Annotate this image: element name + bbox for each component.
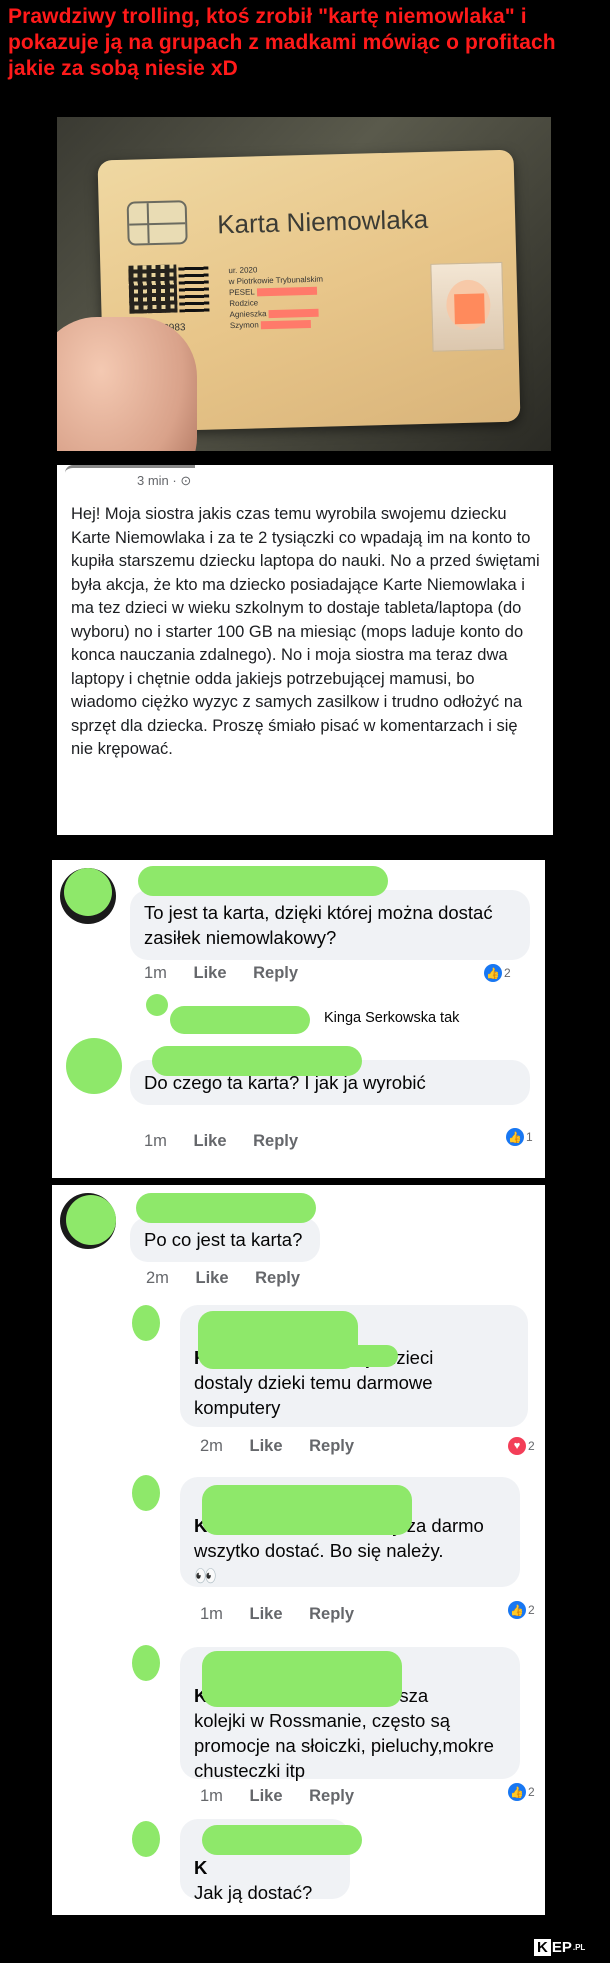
like-button[interactable]: Like	[196, 1269, 229, 1287]
card-field: Szymon	[229, 320, 259, 331]
reaction-number: 2	[504, 966, 511, 980]
comment-time: 2m	[146, 1269, 169, 1287]
post-body: Hej! Moja siostra jakis czas temu wyrobi…	[71, 505, 540, 758]
card-field: ur. 2020	[228, 265, 258, 276]
chip-icon	[126, 200, 188, 246]
reply-button[interactable]: Reply	[253, 1132, 298, 1150]
kep-logo: K EP .PL	[534, 1936, 585, 1958]
avatar	[146, 994, 168, 1016]
like-icon: 👍	[508, 1783, 526, 1801]
like-icon: 👍	[508, 1601, 526, 1619]
thumb	[57, 317, 197, 451]
like-button[interactable]: Like	[194, 964, 227, 982]
reaction-count: 👍 2	[508, 1601, 535, 1619]
reaction-count: 👍 2	[484, 964, 511, 982]
logo-tld: .PL	[572, 1942, 586, 1952]
name-censor	[170, 1006, 310, 1034]
reply-preview[interactable]: Kinga Serkowska tak	[324, 1010, 459, 1026]
name-censor	[228, 1345, 398, 1367]
card-field: Agnieszka	[229, 309, 267, 320]
comment-actions: 2m Like Reply	[200, 1437, 376, 1456]
card-photo: Karta Niemowlaka 0000010983 ur. 2020 w P…	[57, 117, 551, 451]
name-censor	[138, 866, 388, 896]
comment-text: To jest ta karta, dzięki której można do…	[144, 902, 493, 948]
avatar	[60, 1193, 116, 1249]
comment-bubble: Po co jest ta karta?	[130, 1217, 320, 1262]
like-button[interactable]: Like	[250, 1605, 283, 1623]
post-time: 3 min ·	[137, 473, 181, 488]
heart-icon: ♥	[508, 1437, 526, 1455]
face-censor	[454, 293, 485, 325]
comment-actions: 2m Like Reply	[146, 1269, 322, 1288]
avatar	[132, 1645, 160, 1681]
comments-panel-1: To jest ta karta, dzięki której można do…	[52, 860, 545, 1178]
comment-actions: 1m Like Reply	[144, 964, 320, 983]
comment-bubble: To jest ta karta, dzięki której można do…	[130, 890, 530, 960]
eyes-emoji: 👀	[194, 1565, 218, 1586]
reaction-count: 👍 2	[508, 1783, 535, 1801]
reply-button[interactable]: Reply	[253, 964, 298, 982]
reply-button[interactable]: Reply	[255, 1269, 300, 1287]
avatar	[132, 1305, 160, 1341]
like-button[interactable]: Like	[194, 1132, 227, 1150]
comment-time: 1m	[200, 1605, 223, 1623]
qr-code-icon	[128, 264, 178, 314]
comment-actions: 1m Like Reply	[200, 1605, 376, 1624]
comment-text: kolejki w Rossmanie, często są promocje …	[194, 1710, 494, 1781]
comment-text: wszytko dostać. Bo się należy.	[194, 1540, 444, 1561]
comment-actions: 1m Like Reply	[144, 1132, 320, 1151]
facebook-post: 3 min · ⊙ Hej! Moja siostra jakis czas t…	[57, 465, 553, 835]
barcode-icon	[178, 263, 210, 313]
avatar	[132, 1475, 160, 1511]
card-field: PESEL	[228, 287, 255, 298]
reaction-number: 2	[528, 1439, 535, 1453]
comment-text: dostaly dzieki temu darmowe komputery	[194, 1372, 433, 1418]
avatar	[132, 1821, 160, 1857]
name-censor	[202, 1825, 362, 1855]
reaction-count: 👍 1	[506, 1128, 533, 1146]
comment-time: 1m	[200, 1787, 223, 1805]
reaction-number: 2	[528, 1603, 535, 1617]
reaction-count: ♥ 2	[508, 1437, 535, 1455]
comment-time: 1m	[144, 1132, 167, 1150]
card-fields: ur. 2020 w Piotrkowie Trybunalskim PESEL…	[228, 263, 324, 331]
comment-time: 1m	[144, 964, 167, 982]
like-button[interactable]: Like	[250, 1787, 283, 1805]
card-field: Rodzice	[229, 298, 259, 309]
comments-panel-2: Po co jest ta karta? 2m Like Reply Ka mo…	[52, 1185, 545, 1915]
like-icon: 👍	[506, 1128, 524, 1146]
name-censor	[136, 1193, 316, 1223]
like-button[interactable]: Like	[250, 1437, 283, 1455]
reaction-number: 1	[526, 1130, 533, 1144]
reaction-number: 2	[528, 1785, 535, 1799]
avatar	[66, 1038, 122, 1094]
comment-author-fragment[interactable]: K	[194, 1857, 207, 1878]
name-censor	[202, 1485, 412, 1535]
comment-actions: 1m Like Reply	[200, 1787, 376, 1806]
comment-text: Po co jest ta karta?	[144, 1229, 303, 1250]
post-meta: 3 min · ⊙	[137, 473, 191, 489]
logo-ep: EP	[551, 1938, 572, 1956]
comment-time: 2m	[200, 1437, 223, 1455]
reply-button[interactable]: Reply	[309, 1787, 354, 1805]
globe-icon: ⊙	[180, 473, 192, 488]
headline: Prawdziwy trolling, ktoś zrobił "kartę n…	[8, 5, 556, 80]
comment-text: Jak ją dostać?	[194, 1882, 313, 1903]
reply-button[interactable]: Reply	[309, 1437, 354, 1455]
reply-button[interactable]: Reply	[309, 1605, 354, 1623]
like-icon: 👍	[484, 964, 502, 982]
name-censor	[152, 1046, 362, 1076]
card-title: Karta Niemowlaka	[216, 203, 429, 240]
baby-photo	[430, 261, 505, 352]
avatar	[60, 868, 116, 924]
name-censor	[202, 1651, 402, 1707]
logo-k: K	[534, 1938, 551, 1956]
